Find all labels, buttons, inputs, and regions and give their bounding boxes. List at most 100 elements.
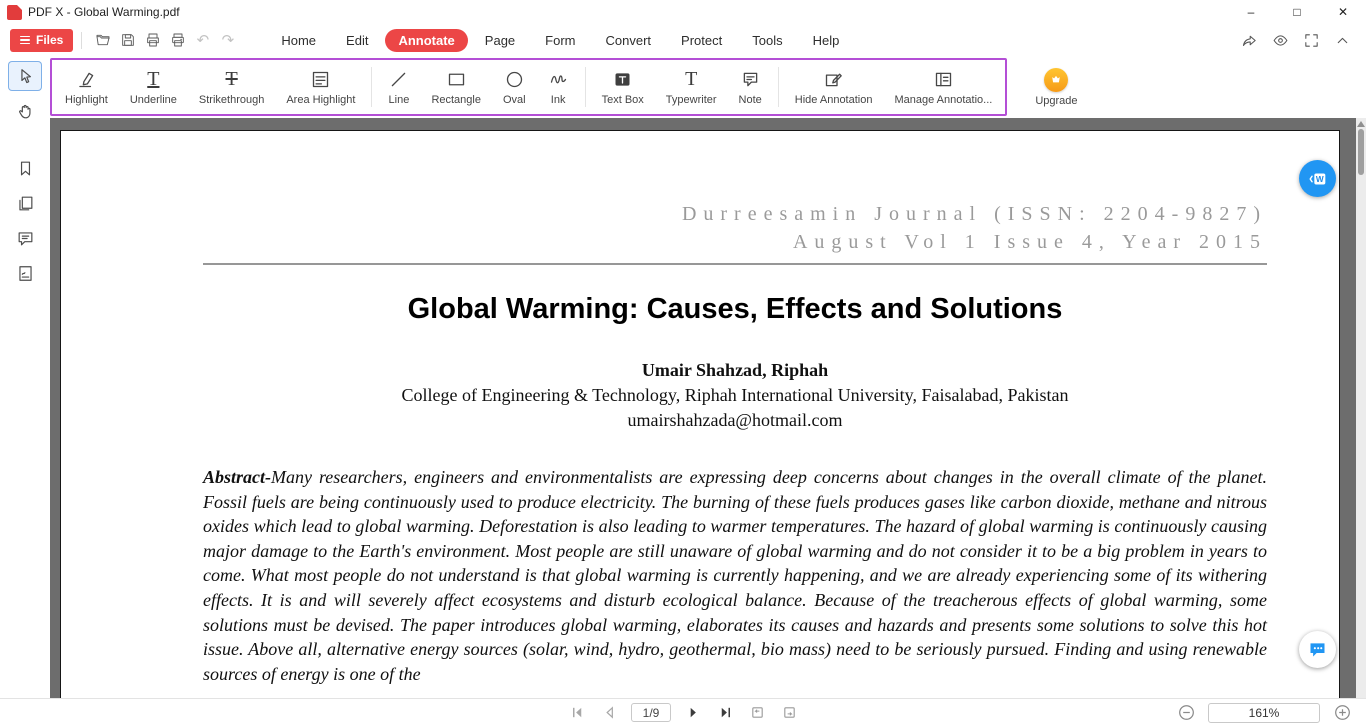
annotation-toolbar-row: Highlight T Underline T Strikethrough <box>50 56 1366 118</box>
tab-help[interactable]: Help <box>800 29 853 52</box>
first-page-icon <box>570 705 585 720</box>
next-page-button[interactable] <box>683 703 703 723</box>
paper-email: umairshahzada@hotmail.com <box>203 410 1267 431</box>
cursor-arrow-icon <box>16 67 35 86</box>
zoom-in-button[interactable] <box>1332 703 1352 723</box>
zoom-out-icon <box>1178 704 1195 721</box>
share-button[interactable] <box>1236 28 1263 52</box>
tool-label: Area Highlight <box>286 94 355 106</box>
typewriter-icon: T <box>685 68 697 90</box>
zoom-in-icon <box>1334 704 1351 721</box>
zoom-controls <box>1176 703 1352 723</box>
chat-bubble-icon <box>1307 639 1328 660</box>
fullscreen-button[interactable] <box>1298 28 1325 52</box>
hand-tool-button[interactable] <box>8 96 42 126</box>
tab-home[interactable]: Home <box>268 29 329 52</box>
ink-tool-button[interactable]: Ink <box>537 60 580 114</box>
note-tool-button[interactable]: Note <box>728 60 773 114</box>
comments-panel-button[interactable] <box>8 223 42 253</box>
next-page-icon <box>686 705 701 720</box>
first-page-button[interactable] <box>567 703 587 723</box>
titlebar-left: PDF X - Global Warming.pdf <box>0 5 1228 20</box>
abstract-text: Many researchers, engineers and environm… <box>203 467 1267 684</box>
titlebar: PDF X - Global Warming.pdf – □ ✕ <box>0 0 1366 24</box>
bookmarks-panel-button[interactable] <box>8 153 42 183</box>
page-navigation <box>567 703 799 723</box>
hide-annotation-icon <box>823 68 844 90</box>
toolbar-group-divider <box>778 67 779 107</box>
last-page-icon <box>718 705 733 720</box>
line-tool-button[interactable]: Line <box>377 60 420 114</box>
scrollbar-thumb[interactable] <box>1358 129 1364 175</box>
maximize-button[interactable]: □ <box>1274 0 1320 24</box>
print-preview-icon <box>145 32 161 48</box>
tab-edit[interactable]: Edit <box>333 29 381 52</box>
note-icon <box>740 68 761 90</box>
area-highlight-tool-button[interactable]: Area Highlight <box>275 60 366 114</box>
print-button[interactable] <box>165 28 190 52</box>
tab-protect[interactable]: Protect <box>668 29 735 52</box>
vertical-scrollbar[interactable] <box>1356 118 1366 698</box>
underline-tool-button[interactable]: T Underline <box>119 60 188 114</box>
strikethrough-tool-button[interactable]: T Strikethrough <box>188 60 275 114</box>
share-icon <box>1241 32 1258 49</box>
feedback-chat-button[interactable] <box>1299 631 1336 668</box>
upgrade-button[interactable]: Upgrade <box>1035 68 1077 107</box>
tool-label: Underline <box>130 94 177 106</box>
previous-view-button[interactable] <box>747 703 767 723</box>
minimize-button[interactable]: – <box>1228 0 1274 24</box>
pdf-page[interactable]: Durreesamin Journal (ISSN: 2204-9827) Au… <box>60 130 1340 698</box>
tool-label: Rectangle <box>431 94 481 106</box>
manage-annotations-button[interactable]: Manage Annotatio... <box>883 60 1003 114</box>
left-sidebar <box>0 56 50 698</box>
print-preview-button[interactable] <box>140 28 165 52</box>
open-file-button[interactable] <box>90 28 115 52</box>
read-mode-button[interactable] <box>1267 28 1294 52</box>
convert-to-word-button[interactable]: W <box>1299 160 1336 197</box>
zoom-out-button[interactable] <box>1176 703 1196 723</box>
save-button[interactable] <box>115 28 140 52</box>
manage-annotations-icon <box>933 68 954 90</box>
select-tool-button[interactable] <box>8 61 42 91</box>
journal-header-rule <box>203 263 1267 265</box>
tab-tools[interactable]: Tools <box>739 29 795 52</box>
highlight-icon <box>76 68 97 90</box>
highlight-tool-button[interactable]: Highlight <box>54 60 119 114</box>
window-controls: – □ ✕ <box>1228 0 1366 24</box>
close-button[interactable]: ✕ <box>1320 0 1366 24</box>
page-number-input[interactable] <box>631 703 671 722</box>
oval-tool-button[interactable]: Oval <box>492 60 537 114</box>
eye-icon <box>1272 32 1289 49</box>
files-button[interactable]: Files <box>10 29 73 52</box>
scroll-up-icon[interactable] <box>1357 121 1365 127</box>
paper-author: Umair Shahzad, Riphah <box>203 360 1267 381</box>
signature-icon <box>16 264 35 283</box>
hand-icon <box>16 102 35 121</box>
fullscreen-icon <box>1303 32 1320 49</box>
signature-panel-button[interactable] <box>8 258 42 288</box>
pdf-x-window: PDF X - Global Warming.pdf – □ ✕ Files ↶… <box>0 0 1366 726</box>
hide-annotation-button[interactable]: Hide Annotation <box>784 60 884 114</box>
text-box-tool-button[interactable]: Text Box <box>591 60 655 114</box>
zoom-level-input[interactable] <box>1208 703 1320 723</box>
collapse-toolbar-button[interactable] <box>1329 28 1356 52</box>
underline-icon: T <box>147 68 159 90</box>
previous-page-button[interactable] <box>599 703 619 723</box>
undo-button[interactable]: ↶ <box>190 28 215 52</box>
tool-label: Manage Annotatio... <box>894 94 992 106</box>
upgrade-label: Upgrade <box>1035 95 1077 107</box>
redo-button[interactable]: ↷ <box>215 28 240 52</box>
tool-label: Highlight <box>65 94 108 106</box>
next-view-button[interactable] <box>779 703 799 723</box>
thumbnails-panel-button[interactable] <box>8 188 42 218</box>
typewriter-tool-button[interactable]: T Typewriter <box>655 60 728 114</box>
rectangle-tool-button[interactable]: Rectangle <box>420 60 492 114</box>
line-icon <box>388 68 409 90</box>
tab-annotate[interactable]: Annotate <box>385 29 467 52</box>
last-page-button[interactable] <box>715 703 735 723</box>
tab-form[interactable]: Form <box>532 29 588 52</box>
oval-icon <box>504 68 525 90</box>
menubar: Files ↶ ↷ Home Edit Annotate Page Form C… <box>0 24 1366 56</box>
tab-convert[interactable]: Convert <box>593 29 665 52</box>
tab-page[interactable]: Page <box>472 29 528 52</box>
